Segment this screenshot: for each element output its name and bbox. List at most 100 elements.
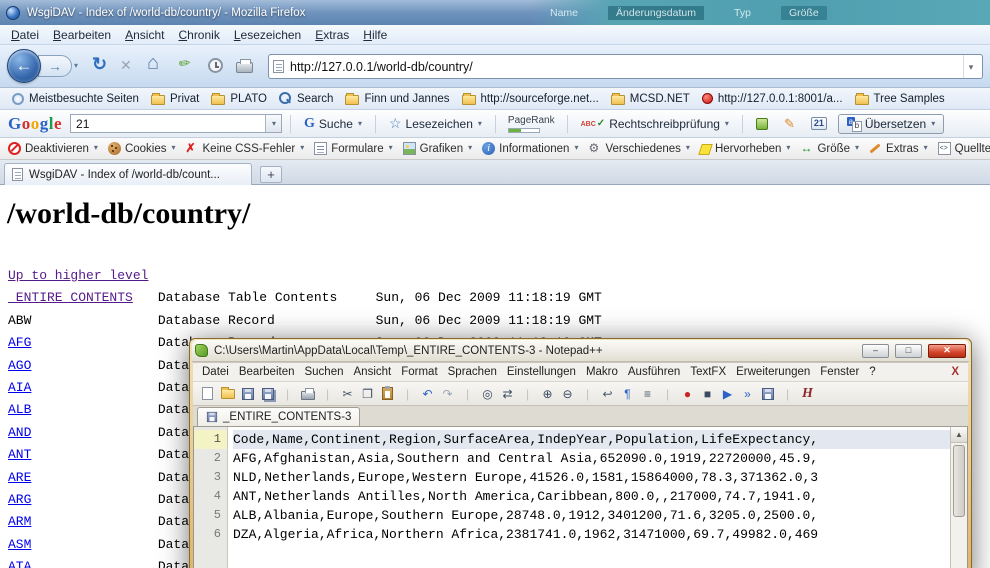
entry-link[interactable]: AIA — [8, 377, 150, 399]
webdev-menu-item[interactable]: Keine CSS-Fehler — [182, 140, 309, 157]
word-find-button[interactable]: 21 — [806, 115, 832, 132]
open-folder-icon[interactable] — [219, 385, 236, 402]
entry-link[interactable]: ATA — [8, 556, 150, 568]
url-text[interactable]: http://127.0.0.1/world-db/country/ — [290, 60, 963, 74]
url-bar[interactable]: http://127.0.0.1/world-db/country/ — [268, 54, 983, 79]
menu-item[interactable]: Lesezeichen — [227, 26, 308, 44]
maximize-button[interactable]: □ — [895, 344, 922, 358]
translate-button[interactable]: Übersetzen — [838, 114, 944, 134]
reload-button[interactable] — [92, 54, 107, 75]
webdev-menu-item[interactable]: Grafiken — [399, 140, 476, 157]
webdev-menu-item[interactable]: Verschiedenes — [584, 140, 693, 157]
zoom-in-icon[interactable]: ⊕ — [539, 385, 556, 402]
editor-scrollbar[interactable] — [950, 427, 967, 568]
show-all-characters-icon[interactable]: ¶ — [619, 385, 636, 402]
undo-icon[interactable]: ↶ — [419, 385, 436, 402]
toolbar-separator[interactable]: | — [279, 385, 296, 402]
firefox-titlebar[interactable]: WsgiDAV - Index of /world-db/country/ - … — [0, 0, 990, 25]
entry-link[interactable]: AND — [8, 422, 150, 444]
edit-button[interactable] — [779, 114, 800, 134]
find-icon[interactable]: ◎ — [479, 385, 496, 402]
indent-guide-icon[interactable]: ≡ — [639, 385, 656, 402]
forward-button[interactable] — [38, 55, 72, 77]
zoom-out-icon[interactable]: ⊖ — [559, 385, 576, 402]
menu-item[interactable]: Ansicht — [349, 365, 397, 379]
bookmark-item[interactable]: Finn und Jannes — [339, 91, 455, 107]
menu-item[interactable]: Datei — [4, 26, 46, 44]
entry-link[interactable]: ABW — [8, 310, 150, 332]
new-tab-button[interactable]: + — [260, 166, 282, 183]
copy-icon[interactable]: ❐ — [359, 385, 376, 402]
replace-icon[interactable]: ⇄ — [499, 385, 516, 402]
menu-item[interactable]: Hilfe — [356, 26, 394, 44]
stop-macro-icon[interactable]: ■ — [699, 385, 716, 402]
bookmark-item[interactable]: Meistbesuchte Seiten — [6, 91, 145, 107]
webdev-menu-item[interactable]: Informationen — [478, 140, 582, 157]
google-search-button[interactable]: Suche — [299, 114, 367, 134]
close-button[interactable]: ✕ — [928, 344, 966, 358]
menu-item[interactable]: Fenster — [815, 365, 864, 379]
home-button[interactable] — [147, 52, 159, 75]
menu-item[interactable]: Einstellungen — [502, 365, 581, 379]
browser-tab[interactable]: WsgiDAV - Index of /world-db/count... — [4, 163, 252, 185]
save-icon[interactable] — [239, 385, 256, 402]
bookmark-item[interactable]: Privat — [145, 91, 205, 107]
entry-link[interactable]: _ENTIRE_CONTENTS — [8, 287, 150, 309]
menu-item[interactable]: Suchen — [299, 365, 348, 379]
webdev-menu-item[interactable]: Quelltext — [934, 140, 990, 157]
webdev-menu-item[interactable]: Cookies — [104, 140, 180, 157]
word-wrap-icon[interactable]: ↩ — [599, 385, 616, 402]
run-macro-multiple-icon[interactable]: » — [739, 385, 756, 402]
back-button[interactable] — [7, 49, 41, 83]
menu-item[interactable]: Sprachen — [443, 365, 502, 379]
bookmark-item[interactable]: http://127.0.0.1:8001/a... — [696, 91, 849, 107]
webdev-menu-item[interactable]: Größe — [796, 140, 863, 157]
webdev-menu-item[interactable]: Deaktivieren — [4, 140, 102, 157]
toolbar-separator[interactable]: | — [659, 385, 676, 402]
menu-item[interactable]: Ausführen — [623, 365, 685, 379]
history-dropdown-icon[interactable] — [74, 61, 78, 70]
toolbar-separator[interactable]: | — [399, 385, 416, 402]
close-document-x[interactable]: X — [951, 366, 964, 378]
save-all-icon[interactable] — [259, 385, 276, 402]
html-preview-icon[interactable]: H — [799, 385, 816, 402]
code-area[interactable]: Code,Name,Continent,Region,SurfaceArea,I… — [228, 427, 950, 568]
up-link[interactable]: Up to higher level — [8, 268, 148, 283]
menu-item[interactable]: Format — [396, 365, 442, 379]
edit-page-icon[interactable] — [178, 54, 192, 72]
history-clock-icon[interactable] — [208, 58, 223, 73]
menu-item[interactable]: Ansicht — [118, 26, 171, 44]
entry-link[interactable]: AGO — [8, 355, 150, 377]
entry-link[interactable]: ALB — [8, 399, 150, 421]
spellcheck-button[interactable]: ABC Rechtschreibprüfung — [576, 115, 734, 133]
toolbar-separator[interactable]: | — [579, 385, 596, 402]
toolbar-separator[interactable]: | — [519, 385, 536, 402]
record-macro-icon[interactable]: ● — [679, 385, 696, 402]
play-macro-icon[interactable]: ▶ — [719, 385, 736, 402]
entry-link[interactable]: ANT — [8, 444, 150, 466]
google-search-box[interactable]: 21 — [70, 114, 282, 133]
bookmark-item[interactable]: PLATO — [205, 91, 273, 107]
menu-item[interactable]: Chronik — [171, 26, 226, 44]
entry-link[interactable]: ARE — [8, 467, 150, 489]
save-macro-icon[interactable] — [759, 385, 776, 402]
menu-item[interactable]: Erweiterungen — [731, 365, 815, 379]
new-file-icon[interactable] — [199, 385, 216, 402]
scroll-thumb[interactable] — [953, 445, 965, 517]
pagerank-indicator[interactable]: PageRank — [504, 115, 559, 133]
google-bookmarks-button[interactable]: Lesezeichen — [384, 113, 487, 134]
toolbar-separator[interactable]: | — [779, 385, 796, 402]
toolbar-separator[interactable]: | — [319, 385, 336, 402]
bookmark-item[interactable]: http://sourceforge.net... — [456, 91, 605, 107]
entry-link[interactable]: ASM — [8, 534, 150, 556]
paste-icon[interactable] — [379, 385, 396, 402]
webdev-menu-item[interactable]: Formulare — [310, 140, 396, 157]
document-tab[interactable]: _ENTIRE_CONTENTS-3 — [197, 407, 360, 426]
menu-item[interactable]: TextFX — [685, 365, 731, 379]
google-search-value[interactable]: 21 — [71, 117, 265, 131]
entry-link[interactable]: ARM — [8, 511, 150, 533]
bookmark-item[interactable]: Search — [273, 90, 339, 107]
menu-item[interactable]: Makro — [581, 365, 623, 379]
stop-button[interactable] — [120, 57, 132, 74]
menu-item[interactable]: Bearbeiten — [46, 26, 118, 44]
